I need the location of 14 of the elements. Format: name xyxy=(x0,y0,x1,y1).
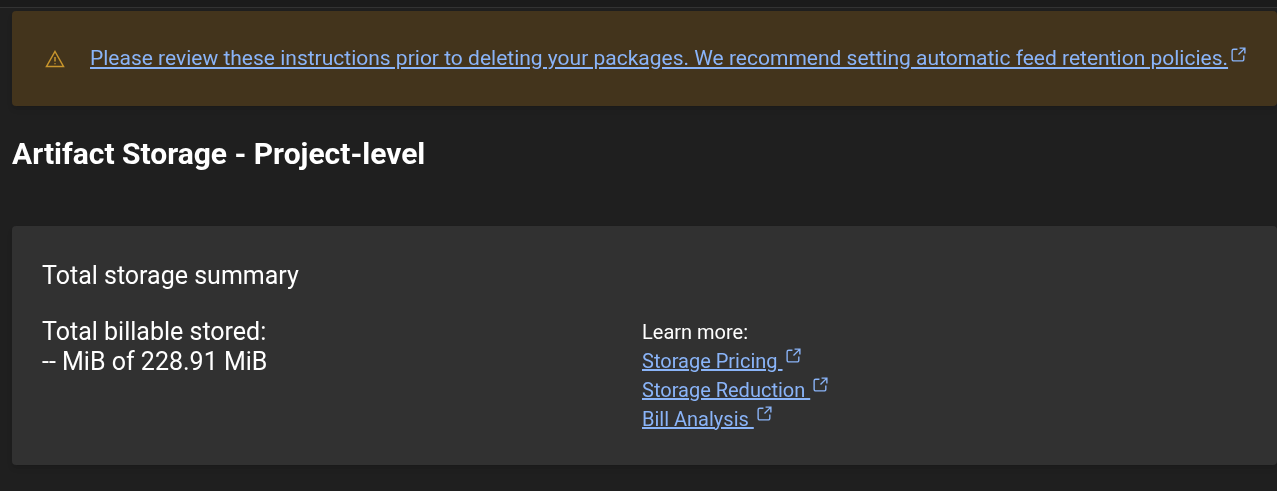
external-link-icon xyxy=(1230,46,1248,63)
page-title: Artifact Storage - Project-level xyxy=(12,135,427,173)
warning-icon xyxy=(45,49,65,68)
external-link-icon xyxy=(784,346,802,364)
learn-more-link[interactable]: Storage Reduction xyxy=(642,377,811,402)
learn-more-link[interactable]: Storage Pricing xyxy=(642,348,783,373)
learn-more-link[interactable]: Bill Analysis xyxy=(642,406,754,431)
external-link-icon xyxy=(812,375,830,393)
learn-more-label: Learn more: xyxy=(642,318,750,346)
card-title: Total storage summary xyxy=(42,260,300,292)
billable-label: Total billable stored: xyxy=(42,316,268,347)
external-link-icon xyxy=(755,404,773,422)
billable-value: -- MiB of 228.91 MiB xyxy=(42,346,269,377)
banner-link[interactable]: Please review these instructions prior to deleting your packages. We recommend setting automatic feed retention policies. xyxy=(90,42,1229,75)
